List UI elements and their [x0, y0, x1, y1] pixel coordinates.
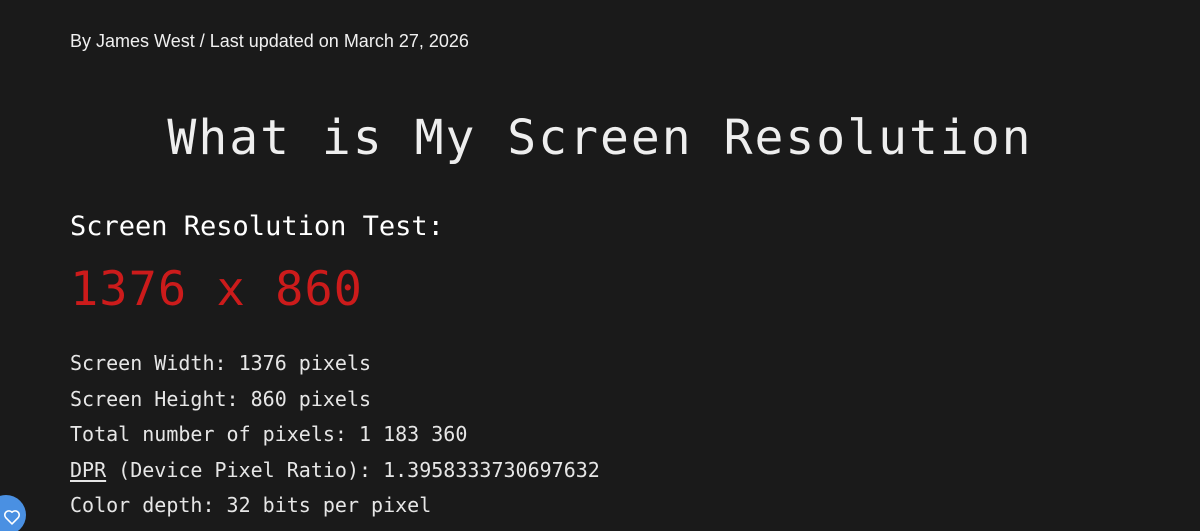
- total-pixels-label: Total number of pixels:: [70, 422, 359, 446]
- dpr-row: DPR (Device Pixel Ratio): 1.395833373069…: [70, 453, 600, 489]
- screen-width-label: Screen Width:: [70, 351, 239, 375]
- resolution-value: 1376 x 860: [70, 262, 363, 317]
- total-pixels-row: Total number of pixels: 1 183 360: [70, 417, 600, 453]
- total-pixels-value: 1 183 360: [358, 422, 468, 446]
- heart-icon: [4, 510, 20, 525]
- byline: By James West / Last updated on March 27…: [70, 31, 469, 51]
- color-depth-row: Color depth: 32 bits per pixel: [70, 488, 600, 524]
- screen-height-label: Screen Height:: [70, 386, 251, 411]
- resolution-test-heading: Screen Resolution Test:: [70, 211, 444, 242]
- dpr-label: (Device Pixel Ratio):: [106, 457, 384, 482]
- color-depth-value: 32 bits per pixel: [226, 493, 432, 517]
- screen-width-value: 1376 pixels: [238, 351, 372, 375]
- color-depth-label: Color depth:: [70, 493, 227, 517]
- dpr-link[interactable]: DPR: [70, 458, 106, 482]
- page-title: What is My Screen Resolution: [167, 110, 1033, 166]
- screen-height-row: Screen Height: 860 pixels: [70, 382, 600, 418]
- screen-height-value: 860 pixels: [250, 386, 372, 411]
- dpr-value: 1.3958333730697632: [383, 457, 600, 482]
- favorite-button[interactable]: [0, 495, 26, 531]
- resolution-details: Screen Width: 1376 pixels Screen Height:…: [70, 346, 600, 524]
- screen-width-row: Screen Width: 1376 pixels: [70, 346, 600, 382]
